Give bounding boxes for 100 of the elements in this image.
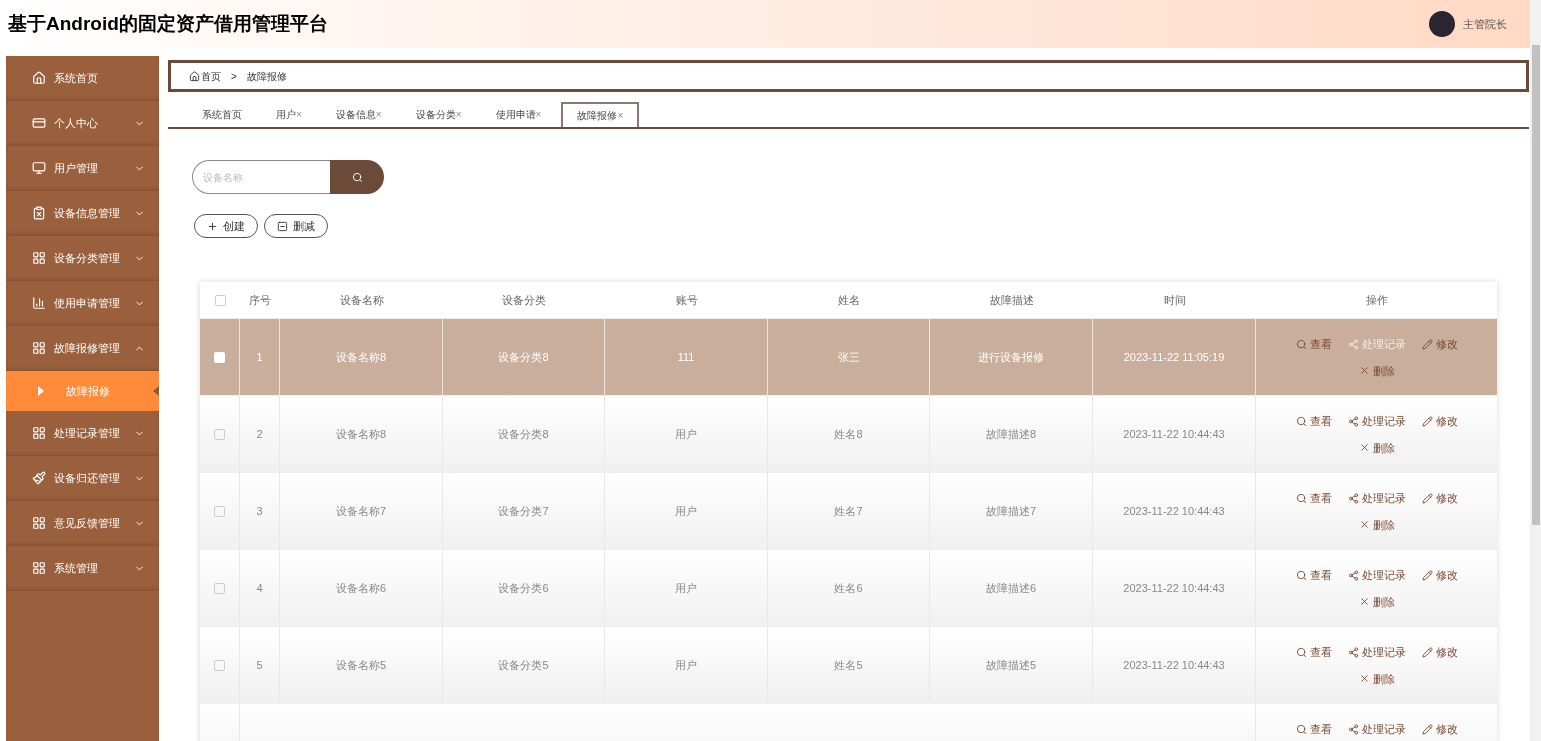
tab-close[interactable]: ×	[375, 107, 382, 122]
grid-icon	[32, 516, 46, 530]
tab-close[interactable]: ×	[617, 108, 624, 123]
tab[interactable]: 系统首页	[188, 102, 256, 127]
search-icon	[351, 171, 363, 183]
column-header: 设备名称	[338, 292, 385, 308]
column-header: 姓名	[837, 292, 861, 308]
view-action-link[interactable]: 查看	[1295, 721, 1332, 738]
table-row[interactable]: 5 设备名称5 设备分类5 用户 姓名5 故障描述5 2023-11-22 10:44:43 查看 处理记录 修改 删除	[200, 626, 1497, 703]
tab[interactable]: 设备分类×	[401, 102, 476, 127]
records-action-link[interactable]: 处理记录	[1347, 490, 1406, 507]
table-cell-text: 姓名7	[834, 503, 863, 519]
brush-icon	[32, 471, 46, 485]
checkbox[interactable]	[214, 428, 225, 440]
close-icon	[1358, 365, 1370, 377]
delete-action-link[interactable]: 删除	[1276, 439, 1477, 456]
sidebar-item[interactable]: 用户管理	[6, 146, 159, 191]
search-icon	[1295, 338, 1307, 350]
checkbox[interactable]	[214, 505, 225, 517]
delete-action-link[interactable]: 删除	[1276, 516, 1477, 533]
table-cell-text: 用户	[675, 426, 697, 442]
table-cell-text: 进行设备报修	[978, 349, 1044, 365]
table-cell-text: 5	[256, 657, 263, 673]
share-icon	[1347, 338, 1359, 350]
edit-action-link[interactable]: 修改	[1421, 721, 1458, 738]
caret-icon	[38, 386, 44, 396]
view-action-link[interactable]: 查看	[1295, 490, 1332, 507]
tab[interactable]: 使用申请×	[481, 102, 556, 127]
checkbox[interactable]	[214, 582, 225, 594]
table-cell-text: 故障描述5	[985, 657, 1037, 673]
table-cell-text: 姓名6	[834, 580, 863, 596]
search-icon	[1295, 415, 1307, 427]
close-icon	[1358, 673, 1370, 685]
tab[interactable]: 用户×	[262, 102, 316, 127]
records-action-link[interactable]: 处理记录	[1347, 644, 1406, 661]
view-action-link[interactable]: 查看	[1295, 567, 1332, 584]
sidebar-item[interactable]: 使用申请管理	[6, 281, 159, 326]
table-cell-text: 设备名称6	[335, 580, 387, 596]
table-row[interactable]: 3 设备名称7 设备分类7 用户 姓名7 故障描述7 2023-11-22 10:44:43 查看 处理记录 修改 删除	[200, 472, 1497, 549]
edit-action-link[interactable]: 修改	[1421, 567, 1458, 584]
view-action-link[interactable]: 查看	[1295, 644, 1332, 661]
checkbox[interactable]	[214, 351, 225, 363]
table-cell-text: 设备名称7	[335, 503, 387, 519]
tab[interactable]: 故障报修×	[561, 102, 640, 127]
sidebar-item[interactable]: 意见反馈管理	[6, 501, 159, 546]
tab-close[interactable]: ×	[455, 107, 462, 122]
edit-action-link[interactable]: 修改	[1421, 336, 1458, 353]
sidebar-item[interactable]: 设备归还管理	[6, 456, 159, 501]
breadcrumb-link[interactable]: 首页	[189, 68, 221, 84]
table-cell-text: 姓名8	[834, 426, 863, 442]
table-cell-text: 2	[256, 426, 263, 442]
sidebar-item[interactable]: 设备信息管理	[6, 191, 159, 236]
edit-action-link[interactable]: 修改	[1421, 413, 1458, 430]
table-cell-text: 设备名称8	[335, 349, 387, 365]
records-action-link[interactable]: 处理记录	[1347, 721, 1406, 738]
plus-icon	[207, 220, 218, 232]
delete-action-link[interactable]: 删除	[1276, 670, 1477, 687]
grid-icon	[32, 251, 46, 265]
share-icon	[1347, 415, 1359, 427]
delete-action-link[interactable]: 删除	[1276, 593, 1477, 610]
sidebar-item[interactable]: 设备分类管理	[6, 236, 159, 281]
table-cell-text: 2023-11-22 11:05:19	[1123, 349, 1225, 365]
records-action-link[interactable]: 处理记录	[1347, 567, 1406, 584]
tab[interactable]: 设备信息×	[321, 102, 396, 127]
table-cell-text: 2023-11-22 10:44:43	[1123, 426, 1225, 442]
table-cell-text: 设备分类8	[498, 349, 549, 365]
table-row[interactable]: 2 设备名称8 设备分类8 用户 姓名8 故障描述8 2023-11-22 10:44:43 查看 处理记录 修改 删除	[200, 395, 1497, 472]
card-icon	[32, 116, 46, 130]
table-cell-text: 2023-11-22 10:44:43	[1123, 580, 1225, 596]
breadcrumb-separator: >	[231, 69, 237, 84]
tab-close[interactable]: ×	[296, 107, 302, 122]
delete-action-link[interactable]: 删除	[1276, 362, 1477, 379]
share-icon	[1347, 569, 1359, 581]
tab-close[interactable]: ×	[535, 107, 542, 122]
search-icon	[1295, 492, 1307, 504]
column-header: 账号	[674, 292, 699, 308]
close-icon	[1358, 442, 1370, 454]
edit-action-link[interactable]: 修改	[1421, 644, 1458, 661]
sidebar-item[interactable]: 个人中心	[6, 101, 159, 146]
table-row[interactable]: 4 设备名称6 设备分类6 用户 姓名6 故障描述6 2023-11-22 10:44:43 查看 处理记录 修改 删除	[200, 549, 1497, 626]
scrollbar[interactable]	[1530, 0, 1541, 741]
table-cell-text: 设备名称8	[335, 426, 387, 442]
search-icon	[1295, 723, 1307, 735]
view-action-link[interactable]: 查看	[1295, 336, 1332, 353]
records-action-link[interactable]: 处理记录	[1347, 413, 1406, 430]
search-field[interactable]: 设备名称	[192, 160, 330, 194]
view-action-link[interactable]: 查看	[1295, 413, 1332, 430]
app-title: 基于Android的固定资产借用管理平台	[8, 11, 328, 36]
sidebar-item[interactable]: 系统管理	[6, 546, 159, 591]
clipboard-icon	[32, 206, 46, 220]
edit-action-link[interactable]: 修改	[1421, 490, 1458, 507]
pencil-icon	[1421, 338, 1433, 350]
table-row[interactable]: 查看 处理记录 修改	[200, 703, 1497, 741]
checkbox[interactable]	[214, 294, 226, 306]
table-cell-text: 故障描述6	[985, 580, 1037, 596]
share-icon	[1347, 646, 1359, 658]
sidebar-item[interactable]: 系统首页	[6, 56, 159, 101]
checkbox[interactable]	[214, 659, 225, 671]
sidebar-item[interactable]: 处理记录管理	[6, 411, 159, 456]
search-button[interactable]	[330, 160, 384, 194]
